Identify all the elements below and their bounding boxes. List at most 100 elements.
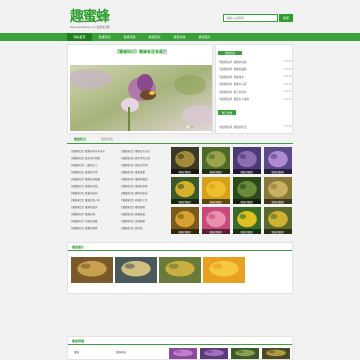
image-thumbnail[interactable]: 蜜蜂采蜜图片: [202, 177, 230, 204]
side-pill[interactable]: 蜜蜂知识: [218, 51, 242, 55]
nav-item-effects[interactable]: 蜂蜜功效: [167, 33, 192, 41]
image-thumbnail[interactable]: 蜜蜂采蜜图片: [264, 207, 292, 234]
nav-item-breeding[interactable]: 蜜蜂养殖: [117, 33, 142, 41]
list-item[interactable]: 【蜜蜂知识】蜂蜜的吃法 08-20: [218, 123, 292, 131]
list-item[interactable]: 【蜜蜂知识】蜜蜂分蜂: [70, 210, 118, 217]
nav-item-home[interactable]: 网站首页: [67, 33, 92, 41]
thumbnail-caption: 蜜蜂采蜜图片: [233, 169, 261, 174]
featured-article: 【蜜蜂知识】蜜蜂有没有尾巴: [67, 44, 213, 134]
featured-image[interactable]: [70, 65, 212, 131]
list-item[interactable]: 【蜜蜂知识】雄蜂的作用: [70, 168, 118, 175]
thumbnail-caption: 蜜蜂采蜜图片: [202, 169, 230, 174]
image-thumbnail[interactable]: 蜜蜂采蜜图片: [171, 177, 199, 204]
search-bar: 搜索: [223, 14, 293, 22]
list-item[interactable]: 【蜜蜂知识】工蜂的分工: [70, 161, 118, 168]
article-list: 【蜜蜂知识】蜜蜂的寿命有多长 【蜜蜂知识】蜂王的产卵量 【蜜蜂知识】工蜂的分工 【蜜蜂…: [70, 147, 169, 237]
thumbnail-caption: 蜜蜂采蜜图片: [264, 229, 292, 234]
list-item[interactable]: 【蜜蜂知识】蜜蜂如何酿蜜: [70, 175, 118, 182]
list-item[interactable]: 【蜜蜂知识】蜂巢的结构: [70, 189, 118, 196]
list-item[interactable]: 【蜜蜂知识】中蜂和意蜂: [70, 217, 118, 224]
list-item[interactable]: 【蜜蜂知识】蜜蜂的品种 08-20: [218, 66, 292, 74]
image-thumbnail[interactable]: 蜜蜂采蜜图片: [171, 147, 199, 174]
list-item[interactable]: 【蜜蜂知识】真假蜂蜜: [120, 217, 168, 224]
thumbnail-caption: 蜜蜂采蜜图片: [264, 199, 292, 204]
featured-title[interactable]: 【蜜蜂知识】蜜蜂有没有尾巴: [68, 49, 214, 55]
section-image[interactable]: [200, 348, 228, 359]
nav-item-images[interactable]: 蜂蜜图片: [192, 33, 217, 41]
article-column-1: 【蜜蜂知识】蜜蜂的寿命有多长 【蜜蜂知识】蜂王的产卵量 【蜜蜂知识】工蜂的分工 【蜜蜂…: [70, 147, 118, 231]
section-image[interactable]: [115, 257, 157, 283]
side-panel: 蜜蜂知识 【蜜蜂知识】蜂蜜的功效 08-20 【蜜蜂知识】蜜蜂的品种 08-20 【…: [215, 44, 293, 134]
bee-breeding-section: 蜜蜂养殖 蜜蜂 蜜蜂养殖: [67, 336, 293, 360]
thumbnail-caption: 蜜蜂采蜜图片: [233, 229, 261, 234]
image-thumbnail[interactable]: 蜜蜂采蜜图片: [233, 177, 261, 204]
section-image[interactable]: [231, 348, 259, 359]
thumbnail-caption: 蜜蜂采蜜图片: [202, 199, 230, 204]
list-item[interactable]: 【蜜蜂知识】蜜蜂的视觉: [70, 203, 118, 210]
search-button[interactable]: 搜索: [279, 14, 293, 22]
image-thumbnail[interactable]: 蜜蜂采蜜图片: [202, 207, 230, 234]
section-images: [169, 348, 290, 359]
list-item[interactable]: 【蜜蜂知识】养蜂技术 08-20: [218, 73, 292, 81]
image-thumbnail[interactable]: 蜜蜂采蜜图片: [264, 147, 292, 174]
section-image[interactable]: [159, 257, 201, 283]
section-title[interactable]: 蜜蜂图片: [72, 245, 84, 249]
list-item[interactable]: 【蜜蜂知识】蜂花粉: [120, 224, 168, 231]
list-item[interactable]: 【蜜蜂知识】蜜蜂会蜇人吗: [70, 196, 118, 203]
image-thumbnail[interactable]: 蜜蜂采蜜图片: [171, 207, 199, 234]
list-item[interactable]: 【蜜蜂知识】蜂胶的作用: [120, 161, 168, 168]
section-tabs: 蜜蜂知识 蜜蜂养殖: [67, 135, 293, 144]
list-item[interactable]: 蜜蜂: [74, 350, 79, 354]
list-item[interactable]: 【蜜蜂知识】蜜蜂的天敌: [70, 182, 118, 189]
list-item[interactable]: 【蜜蜂知识】蜜蜂的寿命有多长: [70, 147, 118, 154]
list-item[interactable]: 【蜜蜂知识】蜜蜂的舞蹈: [120, 175, 168, 182]
section-image[interactable]: [262, 348, 290, 359]
list-item[interactable]: 【蜜蜂知识】蜂蜜的种类: [70, 224, 118, 231]
list-item[interactable]: 【蜜蜂知识】蜂蜜结晶: [120, 210, 168, 217]
list-item[interactable]: 【蜜蜂知识】蜜蜂采蜜: [120, 168, 168, 175]
image-thumbnail[interactable]: 蜜蜂采蜜图片: [233, 147, 261, 174]
list-item[interactable]: 【蜜蜂知识】蜜蜂怎么过冬: [120, 147, 168, 154]
section-image[interactable]: [203, 257, 245, 283]
nav-item-honey[interactable]: 蜂蜜知识: [142, 33, 167, 41]
side-list-2: 【蜜蜂知识】蜂蜜的吃法 08-20: [218, 123, 292, 131]
logo-tagline: www.qumifeng.com 蜜蜂知识网: [70, 26, 110, 29]
list-item[interactable]: 【蜜蜂知识】蜂蜜怎么保存 08-20: [218, 96, 292, 104]
section-header: 蜜蜂图片: [68, 243, 292, 251]
bee-images-section: 蜜蜂图片: [67, 242, 293, 294]
nav-item-knowledge[interactable]: 蜜蜂知识: [92, 33, 117, 41]
image-grid: 蜜蜂采蜜图片 蜜蜂采蜜图片 蜜蜂采蜜图片 蜜蜂采蜜图片 蜜蜂采蜜图片 蜜蜂采蜜图片 蜜蜂采蜜…: [171, 147, 293, 237]
thumbnail-caption: 蜜蜂采蜜图片: [264, 169, 292, 174]
logo-text[interactable]: 趣蜜蜂: [70, 10, 122, 24]
thumbnail-caption: 蜜蜂采蜜图片: [171, 169, 199, 174]
section-image[interactable]: [169, 348, 197, 359]
tab-breeding[interactable]: 蜜蜂养殖: [98, 135, 116, 143]
search-input[interactable]: [223, 14, 278, 22]
site-logo[interactable]: 趣蜜蜂 www.qumifeng.com 蜜蜂知识网: [70, 10, 122, 29]
section-header: 蜜蜂养殖: [68, 337, 292, 345]
image-thumbnail[interactable]: 蜜蜂采蜜图片: [202, 147, 230, 174]
section-images: [71, 257, 245, 283]
tab-knowledge[interactable]: 蜜蜂知识: [71, 135, 89, 143]
side-bar-heading[interactable]: 热门文章: [218, 110, 236, 115]
article-column-2: 【蜜蜂知识】蜜蜂怎么过冬 【蜜蜂知识】蜂王浆的功效 【蜜蜂知识】蜂胶的作用 【蜜蜂知识…: [120, 147, 168, 231]
thumbnail-caption: 蜜蜂采蜜图片: [171, 229, 199, 234]
list-item[interactable]: 【蜜蜂知识】蜂王的寿命 08-20: [218, 88, 292, 96]
list-item[interactable]: 【蜜蜂知识】蜜源植物: [120, 203, 168, 210]
thumbnail-caption: 蜜蜂采蜜图片: [202, 229, 230, 234]
list-item[interactable]: 【蜜蜂知识】蜂王浆的功效: [120, 154, 168, 161]
list-item[interactable]: 【蜜蜂知识】蜂王的产卵量: [70, 154, 118, 161]
list-item[interactable]: 【蜜蜂知识】蜂群的组成: [120, 189, 168, 196]
section-image[interactable]: [71, 257, 113, 283]
image-thumbnail[interactable]: 蜜蜂采蜜图片: [233, 207, 261, 234]
list-item[interactable]: 蜜蜂养殖: [116, 350, 126, 354]
image-thumbnail[interactable]: 蜜蜂采蜜图片: [264, 177, 292, 204]
thumbnail-caption: 蜜蜂采蜜图片: [171, 199, 199, 204]
side-list: 【蜜蜂知识】蜂蜜的功效 08-20 【蜜蜂知识】蜜蜂的品种 08-20 【蜜蜂知识】…: [218, 58, 292, 103]
section-title[interactable]: 蜜蜂养殖: [72, 339, 84, 343]
list-item[interactable]: 【蜜蜂知识】蜜蜂怎么养 08-20: [218, 81, 292, 89]
list-item[interactable]: 【蜜蜂知识】蜂蜜的功效 08-20: [218, 58, 292, 66]
thumbnail-caption: 蜜蜂采蜜图片: [233, 199, 261, 204]
list-item[interactable]: 【蜜蜂知识】养蜂的工具: [120, 196, 168, 203]
list-item[interactable]: 【蜜蜂知识】蜜蜂的身体: [120, 182, 168, 189]
